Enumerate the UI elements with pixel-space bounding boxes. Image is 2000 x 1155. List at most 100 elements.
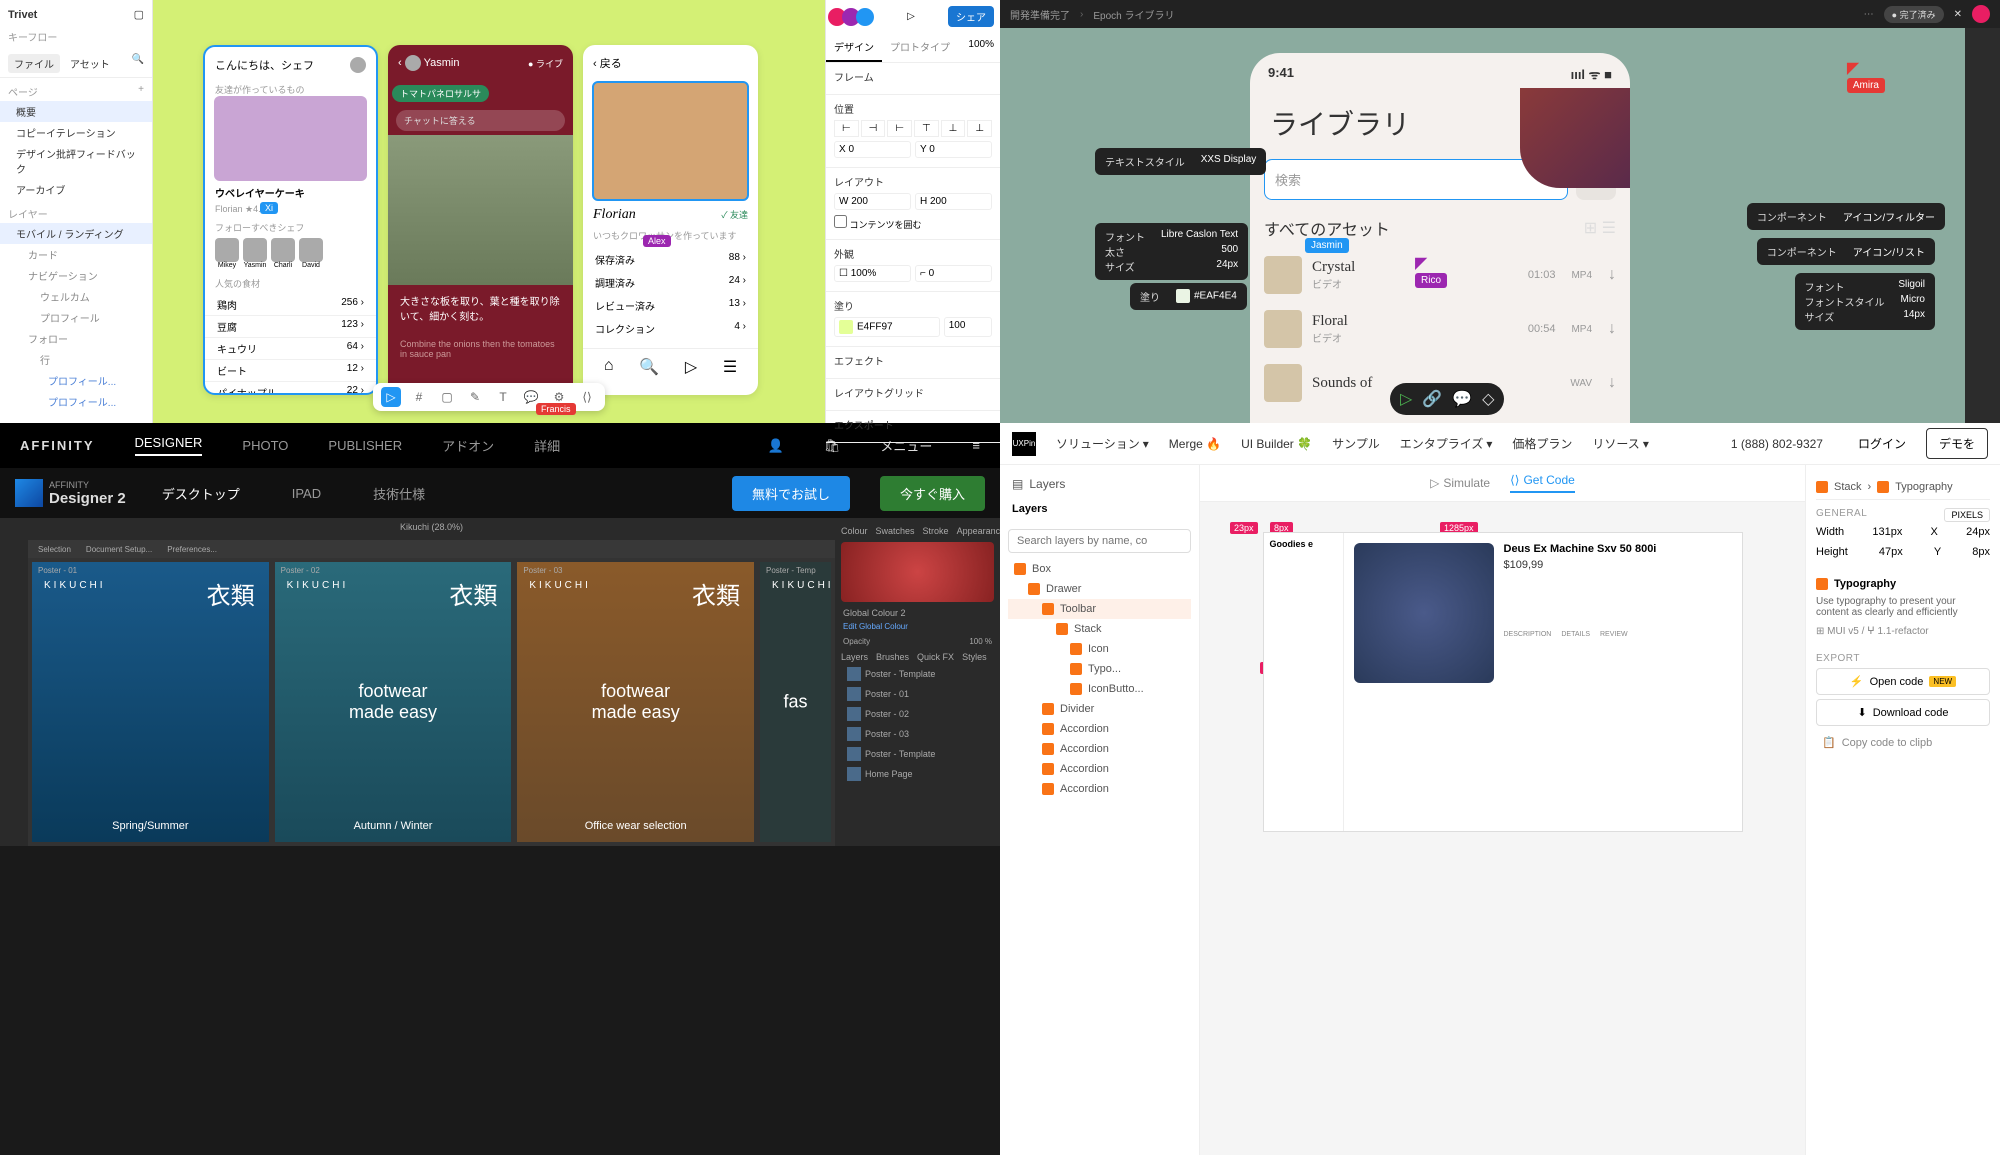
tree-item[interactable]: Accordion [1008,779,1191,799]
copy-code-button[interactable]: 📋 Copy code to clipb [1816,730,1990,755]
layer-item[interactable]: カード [0,244,152,265]
sidebar-toggle-icon[interactable]: ▢ [134,8,144,21]
page-item[interactable]: 概要 [0,101,152,122]
move-tool[interactable]: ▷ [381,387,401,407]
user-avatar[interactable] [1972,5,1990,23]
tree-item[interactable]: Typo... [1008,659,1191,679]
menu-icon[interactable]: ☰ [723,357,737,377]
cursor-icon[interactable]: ▷ [1400,389,1412,409]
chat-input[interactable]: チャットに答える [396,110,565,131]
tab-file[interactable]: ファイル [8,54,60,73]
fill-color[interactable]: E4FF97 [834,317,940,337]
comment-icon[interactable]: 💬 [1452,389,1472,409]
tab-simulate[interactable]: ▷ Simulate [1430,473,1490,493]
poster[interactable]: Poster - 03KIKUCHI衣類footwear made easyOf… [517,562,754,842]
card-landing[interactable]: こんにちは、シェフ 友達が作っているもの Xi ウベレイヤーケーキ Floria… [203,45,378,395]
home-icon[interactable]: ⌂ [604,357,614,377]
y-input[interactable]: Y 0 [915,141,992,158]
nav-pricing[interactable]: 価格プラン [1512,435,1572,452]
text-tool[interactable]: T [493,387,513,407]
tree-item[interactable]: Accordion [1008,759,1191,779]
layer-item[interactable]: Poster - Template [841,744,994,764]
align-top[interactable]: ⊤ [914,120,939,137]
layer-item[interactable]: Poster - 01 [841,684,994,704]
demo-button[interactable]: デモを [1926,428,1988,459]
zoom-level[interactable]: 100% [962,33,1000,62]
tree-item[interactable]: Accordion [1008,719,1191,739]
ingredient-row[interactable]: パイナップル22 › [205,382,376,395]
w-input[interactable]: W 200 [834,193,911,210]
tab-design[interactable]: デザイン [826,33,882,62]
corner-input[interactable]: ⌐ 0 [915,265,992,282]
back-button[interactable]: ‹ 戻る [593,55,622,71]
nav-uibuilder[interactable]: UI Builder 🍀 [1241,437,1312,451]
frame-tool[interactable]: # [409,387,429,407]
search-icon[interactable]: 🔍 [132,54,144,73]
list-icon[interactable]: ☰ [1602,220,1616,237]
share-button[interactable]: シェア [948,6,994,27]
tab-desktop[interactable]: デスクトップ [146,476,256,511]
tab-assets[interactable]: アセット [64,54,116,73]
nav-enterprise[interactable]: エンタプライズ ▾ [1400,435,1493,452]
nav-resources[interactable]: リソース ▾ [1592,435,1648,452]
align-bottom[interactable]: ⊥ [967,120,992,137]
poster[interactable]: Poster - 01KIKUCHI衣類Spring/Summer [32,562,269,842]
video-icon[interactable]: ▷ [685,357,697,377]
tree-item[interactable]: Toolbar [1008,599,1191,619]
color-picker[interactable] [841,542,994,602]
nav-solutions[interactable]: ソリューション ▾ [1056,435,1149,452]
grid-icon[interactable]: ⊞ [1584,220,1597,237]
nav-photo[interactable]: PHOTO [242,438,288,453]
ingredient-row[interactable]: 鶏肉256 › [205,294,376,316]
tab-specs[interactable]: 技術仕様 [357,476,441,511]
tree-item[interactable]: Icon [1008,639,1191,659]
page-item[interactable]: アーカイブ [0,179,152,200]
stat-row[interactable]: 保存済み88 › [583,248,758,271]
layer-item[interactable]: プロフィール [0,307,152,328]
search-input[interactable]: 検索 [1264,159,1568,200]
add-page-icon[interactable]: + [138,84,144,99]
nav-merge[interactable]: Merge 🔥 [1169,437,1221,451]
edit-colour-link[interactable]: Edit Global Colour [841,620,994,633]
layer-search[interactable] [1008,529,1191,553]
login-link[interactable]: ログイン [1858,435,1906,452]
ingredient-row[interactable]: キュウリ64 › [205,338,376,360]
layer-item[interactable]: Poster - 03 [841,724,994,744]
download-code-button[interactable]: ⬇ Download code [1816,699,1990,726]
layer-item[interactable]: Poster - 02 [841,704,994,724]
ingredient-row[interactable]: 豆腐123 › [205,316,376,338]
nav-samples[interactable]: サンプル [1332,435,1380,452]
tab-prototype[interactable]: プロトタイプ [882,33,958,62]
affinity-logo[interactable]: AFFINITY [20,438,95,453]
layer-item[interactable]: プロフィール... [0,391,152,412]
uxpin-logo[interactable]: UXPin [1012,432,1036,456]
layer-item[interactable]: Home Page [841,764,994,784]
link-icon[interactable]: 🔗 [1422,389,1442,409]
tab-ipad[interactable]: IPAD [276,478,337,509]
tree-item[interactable]: IconButto... [1008,679,1191,699]
open-code-button[interactable]: ⚡ Open code NEW [1816,668,1990,695]
dev-tool[interactable]: ⟨⟩ [577,387,597,407]
recipe-chip[interactable]: トマトパネロサルサ [392,85,489,102]
layer-item[interactable]: ウェルカム [0,286,152,307]
layer-item[interactable]: Poster - Template [841,664,994,684]
stat-row[interactable]: コレクション4 › [583,317,758,340]
nav-publisher[interactable]: PUBLISHER [328,438,402,453]
user-icon[interactable]: 👤 [768,438,784,454]
align-middle[interactable]: ⊥ [941,120,966,137]
nav-details[interactable]: 詳細 [534,436,560,455]
close-icon[interactable]: ✕ [1954,9,1962,20]
x-input[interactable]: X 0 [834,141,911,158]
canvas[interactable]: ◤Amira 9:41ıııl ᯤ ■ ライブラリ 検索 ⚙ Jasmin すべ… [1000,28,1965,423]
layer-item[interactable]: ナビゲーション [0,265,152,286]
nav-designer[interactable]: DESIGNER [135,435,203,456]
tab-getcode[interactable]: ⟨⟩ Get Code [1510,473,1575,493]
canvas[interactable]: こんにちは、シェフ 友達が作っているもの Xi ウベレイヤーケーキ Floria… [153,0,825,423]
buy-button[interactable]: 今すぐ購入 [880,476,985,511]
tool-rail[interactable] [0,518,28,846]
user-avatar[interactable] [350,57,366,73]
tree-item[interactable]: Accordion [1008,739,1191,759]
align-right[interactable]: ⊢ [887,120,912,137]
done-badge[interactable]: ● 完了済み [1884,6,1944,23]
page-item[interactable]: デザイン批評フィードバック [0,143,152,179]
